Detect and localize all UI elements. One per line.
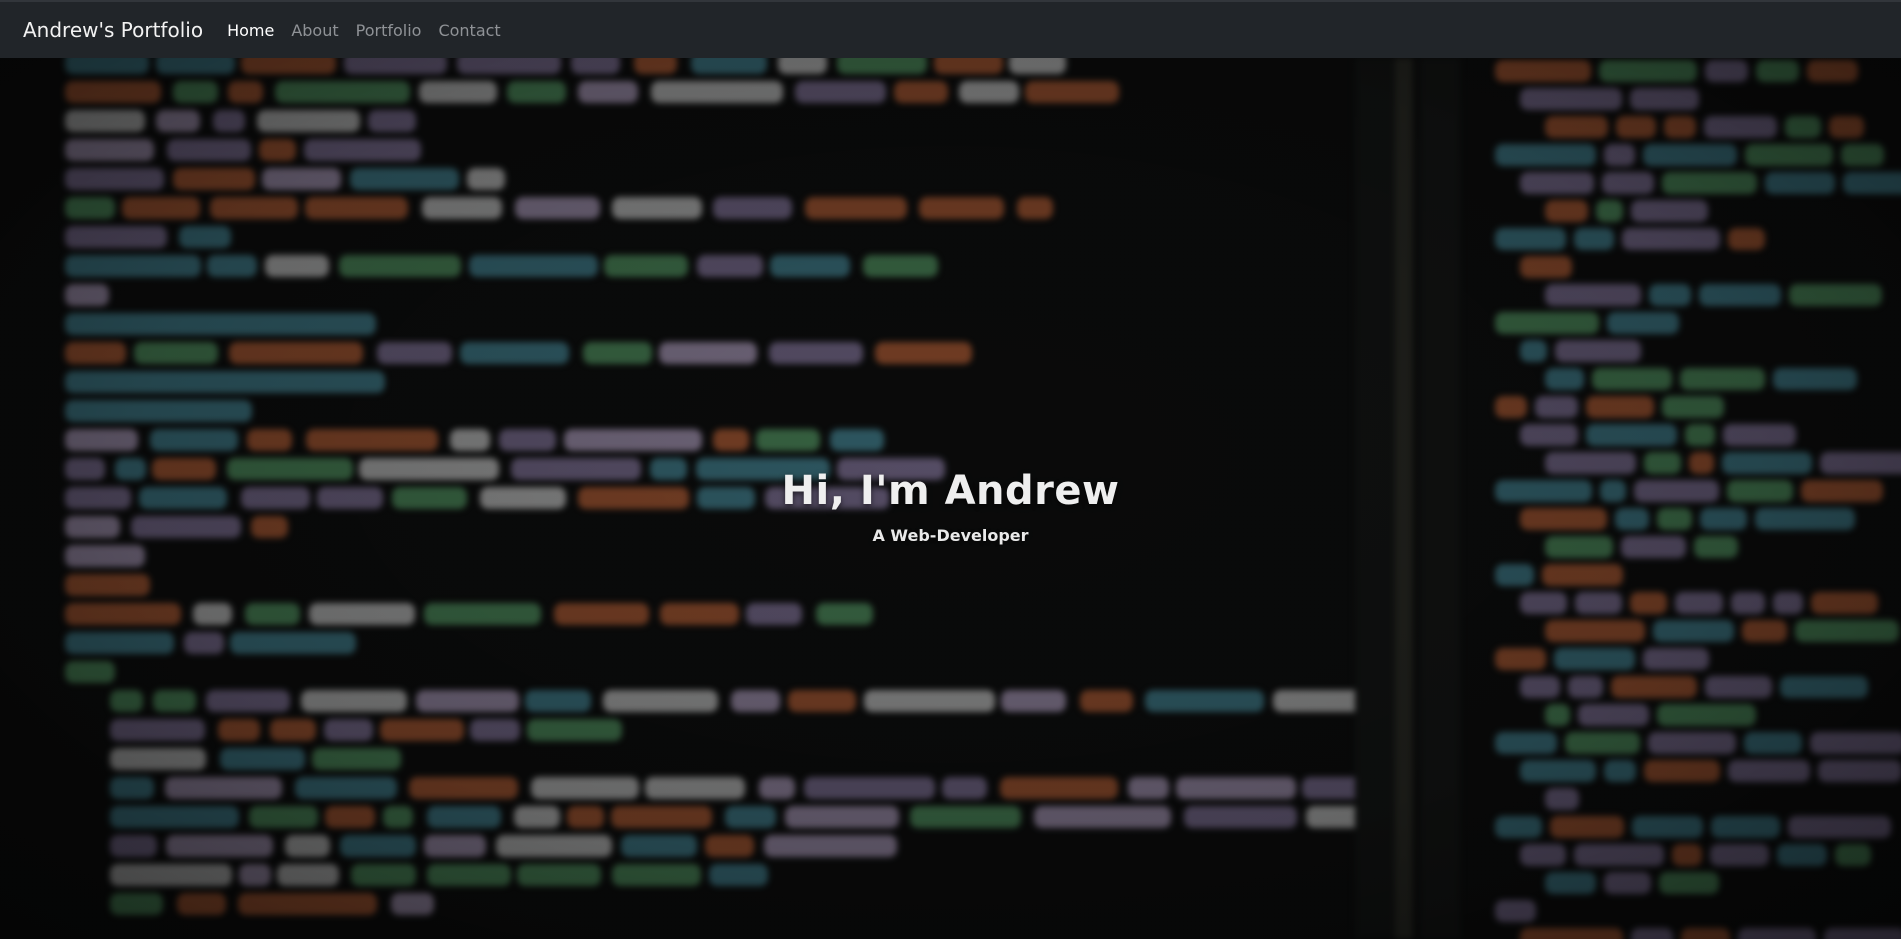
- brand-link[interactable]: Andrew's Portfolio: [23, 18, 203, 42]
- hero-section: Hi, I'm Andrew A Web-Developer: [0, 58, 1901, 939]
- nav-link-home[interactable]: Home: [227, 21, 274, 40]
- top-navbar: Andrew's Portfolio Home About Portfolio …: [0, 0, 1901, 58]
- hero-content: Hi, I'm Andrew A Web-Developer: [0, 58, 1901, 939]
- hero-title: Hi, I'm Andrew: [781, 468, 1120, 514]
- nav-link-about[interactable]: About: [291, 21, 338, 40]
- nav-link-contact[interactable]: Contact: [438, 21, 500, 40]
- hero-subtitle: A Web-Developer: [872, 526, 1029, 545]
- nav-link-portfolio[interactable]: Portfolio: [356, 21, 422, 40]
